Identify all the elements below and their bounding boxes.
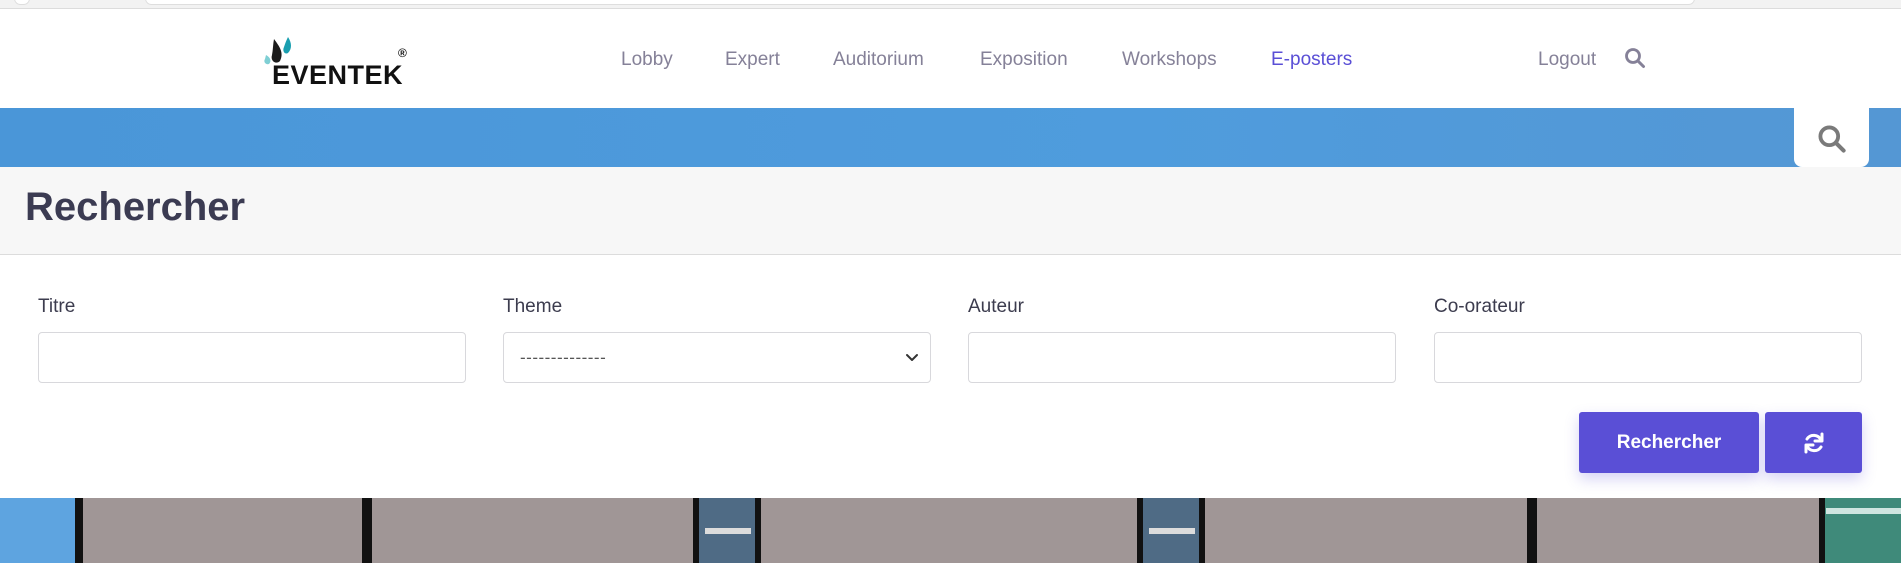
nav-expert[interactable]: Expert bbox=[725, 49, 780, 71]
search-icon bbox=[1818, 125, 1846, 153]
refresh-icon bbox=[1804, 432, 1824, 454]
titre-input[interactable] bbox=[38, 332, 466, 383]
reset-button[interactable] bbox=[1765, 412, 1862, 473]
theme-label: Theme bbox=[503, 296, 563, 317]
coorateur-label: Co-orateur bbox=[1434, 296, 1525, 317]
browser-tab-stub bbox=[14, 0, 30, 5]
nav-auditorium[interactable]: Auditorium bbox=[833, 49, 924, 71]
poster-divider bbox=[362, 498, 372, 563]
nav-e-posters[interactable]: E-posters bbox=[1271, 49, 1352, 71]
poster-stripe bbox=[705, 528, 751, 534]
eposter-gallery-strip bbox=[0, 498, 1901, 563]
page-title: Rechercher bbox=[25, 185, 246, 229]
theme-selected-value: -------------- bbox=[520, 348, 607, 367]
logout-link[interactable]: Logout bbox=[1538, 49, 1596, 71]
browser-address-stub bbox=[145, 0, 1695, 5]
hero-banner bbox=[0, 108, 1901, 167]
titre-label: Titre bbox=[38, 296, 76, 317]
banner-search-button[interactable] bbox=[1794, 108, 1869, 167]
auteur-input[interactable] bbox=[968, 332, 1396, 383]
nav-workshops[interactable]: Workshops bbox=[1122, 49, 1217, 71]
rechercher-button[interactable]: Rechercher bbox=[1579, 412, 1759, 473]
search-icon[interactable] bbox=[1624, 47, 1646, 69]
poster-stripe bbox=[1149, 528, 1195, 534]
poster-thumb[interactable] bbox=[0, 498, 75, 563]
navbar: EVENTEK ® Lobby Expert Auditorium Exposi… bbox=[0, 9, 1901, 108]
chevron-down-icon bbox=[906, 354, 918, 361]
coorateur-input[interactable] bbox=[1434, 332, 1862, 383]
poster-stripe bbox=[1826, 508, 1901, 514]
poster-divider bbox=[75, 498, 83, 563]
theme-select[interactable]: -------------- bbox=[503, 332, 931, 383]
nav-lobby[interactable]: Lobby bbox=[621, 49, 673, 71]
main-nav: Lobby Expert Auditorium Exposition Works… bbox=[0, 9, 1901, 108]
browser-top-strip bbox=[0, 0, 1901, 9]
poster-divider bbox=[1527, 498, 1537, 563]
nav-exposition[interactable]: Exposition bbox=[980, 49, 1068, 71]
page-header: Rechercher bbox=[0, 167, 1901, 255]
auteur-label: Auteur bbox=[968, 296, 1024, 317]
